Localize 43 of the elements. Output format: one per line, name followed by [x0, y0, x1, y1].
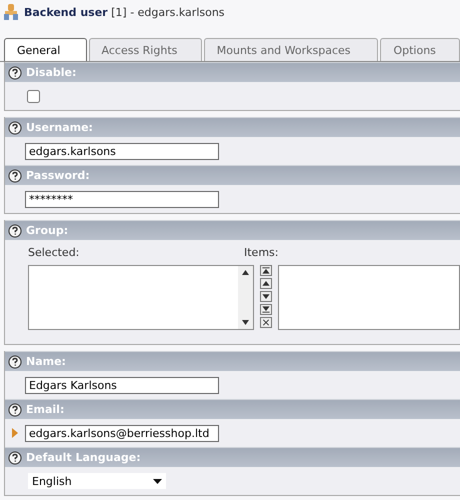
selected-label: Selected: — [28, 246, 80, 259]
language-dropdown[interactable]: English — [28, 473, 166, 489]
text-field[interactable]: edgars.karlsons@berriesshop.ltd — [25, 424, 219, 442]
caret-icon — [153, 478, 162, 484]
field-label: Group: — [26, 224, 68, 237]
text-field[interactable]: ******** — [25, 190, 219, 208]
move-bottom-icon — [261, 305, 272, 314]
move-down-button[interactable] — [260, 291, 272, 302]
scrollbar[interactable] — [238, 266, 254, 329]
tab[interactable]: Access Rights — [88, 38, 202, 61]
help-icon[interactable] — [8, 66, 22, 80]
help-icon[interactable] — [8, 168, 22, 182]
user-icon — [4, 4, 18, 20]
close-icon — [261, 318, 272, 327]
help-icon[interactable] — [8, 450, 22, 464]
field-label: Name: — [26, 355, 66, 368]
help-icon[interactable] — [8, 224, 22, 238]
tab[interactable]: Options — [380, 38, 460, 61]
scroll-down-icon[interactable] — [242, 320, 250, 325]
tab[interactable]: Mounts and Workspaces — [204, 38, 378, 61]
help-icon[interactable] — [8, 354, 22, 368]
disable-checkbox[interactable] — [27, 90, 40, 102]
help-icon[interactable] — [8, 402, 22, 416]
move-up-icon — [261, 279, 272, 288]
scroll-up-icon[interactable] — [242, 270, 250, 275]
help-icon[interactable] — [8, 120, 22, 134]
field-label: Password: — [26, 169, 90, 182]
field-label: Disable: — [26, 66, 76, 79]
record-title: Backend user [1] - edgars.karlsons — [24, 6, 225, 18]
move-down-icon — [261, 292, 272, 301]
remove-button[interactable] — [260, 317, 272, 328]
field-label: Email: — [26, 403, 64, 416]
tab[interactable]: General — [4, 38, 87, 61]
move-up-button[interactable] — [260, 278, 272, 289]
field-label: Default Language: — [26, 451, 141, 464]
move-top-icon — [261, 266, 272, 275]
text-field[interactable]: edgars.karlsons — [25, 142, 219, 160]
text-field[interactable]: Edgars Karlsons — [25, 376, 219, 394]
items-label: Items: — [244, 246, 280, 259]
items-listbox[interactable] — [278, 265, 460, 330]
move-bottom-button[interactable] — [260, 304, 272, 315]
move-top-button[interactable] — [260, 265, 272, 276]
field-label: Username: — [26, 121, 93, 134]
